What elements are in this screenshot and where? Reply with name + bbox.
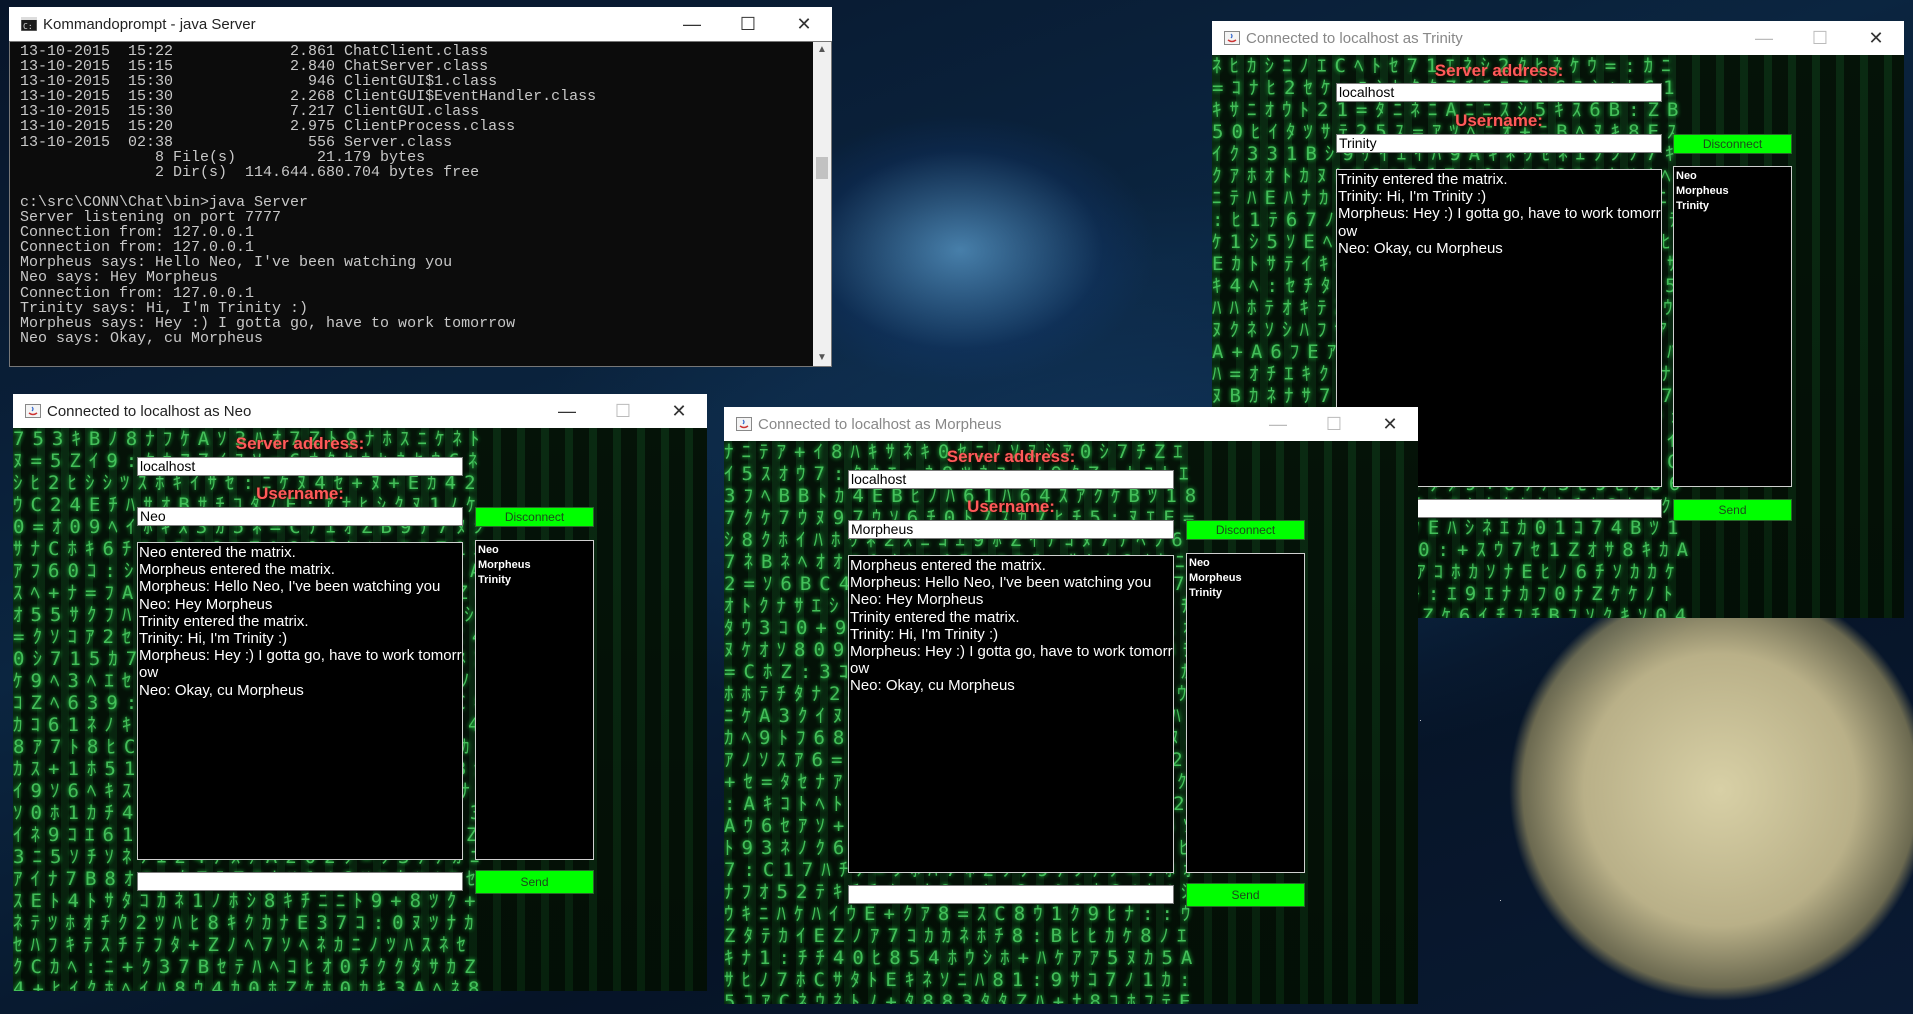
chat-message: Neo: Okay, cu Morpheus bbox=[1338, 239, 1503, 257]
console-title: Kommandoprompt - java Server bbox=[43, 15, 256, 33]
scroll-up-icon[interactable]: ▲ bbox=[813, 42, 831, 58]
chat-message: Morpheus entered the matrix. bbox=[850, 557, 1046, 574]
close-button[interactable]: ✕ bbox=[1848, 21, 1904, 55]
client-window-morpheus[interactable]: Connected to localhost as Morpheus — ☐ ✕… bbox=[724, 407, 1418, 1004]
console-titlebar[interactable]: C: Kommandoprompt - java Server — ☐ ✕ bbox=[9, 7, 832, 41]
user-list-item[interactable]: Neo bbox=[1676, 169, 1791, 184]
user-list[interactable]: Neo Morpheus Trinity bbox=[475, 540, 594, 860]
chat-message: Neo: Hey Morpheus bbox=[139, 595, 273, 613]
user-list-item[interactable]: Neo bbox=[1189, 556, 1304, 571]
java-icon bbox=[25, 404, 41, 418]
chat-message: Trinity entered the matrix. bbox=[850, 608, 1020, 626]
chat-message: Morpheus: Hey :) I gotta go, have to wor… bbox=[139, 647, 462, 682]
console-output: 13-10-2015 15:22 2.861 ChatClient.class … bbox=[20, 44, 807, 346]
user-list-item[interactable]: Neo bbox=[478, 543, 593, 558]
console-output-area[interactable]: 13-10-2015 15:22 2.861 ChatClient.class … bbox=[9, 41, 832, 367]
server-address-input[interactable]: localhost bbox=[848, 470, 1174, 489]
chat-message: Trinity: Hi, I'm Trinity :) bbox=[850, 625, 999, 643]
chat-message: Morpheus: Hey :) I gotta go, have to wor… bbox=[850, 643, 1173, 678]
server-address-label: Server address: bbox=[235, 434, 365, 453]
server-address-label: Server address: bbox=[1434, 61, 1564, 80]
chat-message: Morpheus: Hello Neo, I've been watching … bbox=[850, 574, 1152, 592]
send-button[interactable]: Send bbox=[1673, 499, 1792, 521]
console-line: 2 Dir(s) 114.644.680.704 bytes free bbox=[155, 163, 480, 181]
maximize-button[interactable]: ☐ bbox=[595, 394, 651, 428]
chat-message: Neo entered the matrix. bbox=[139, 544, 296, 561]
close-button[interactable]: ✕ bbox=[651, 394, 707, 428]
scroll-thumb[interactable] bbox=[816, 157, 828, 179]
java-icon bbox=[1224, 31, 1240, 45]
username-label: Username: bbox=[1455, 111, 1543, 130]
username-label: Username: bbox=[256, 484, 344, 503]
client-titlebar[interactable]: Connected to localhost as Neo — ☐ ✕ bbox=[13, 394, 707, 428]
chat-message: Neo: Hey Morpheus bbox=[850, 591, 984, 609]
client-window-neo[interactable]: Connected to localhost as Neo — ☐ ✕ 753ｷ… bbox=[13, 394, 707, 991]
user-list[interactable]: Neo Morpheus Trinity bbox=[1186, 553, 1305, 873]
chat-message: Trinity entered the matrix. bbox=[139, 612, 309, 630]
chat-message: Neo: Okay, cu Morpheus bbox=[850, 677, 1015, 695]
send-button[interactable]: Send bbox=[475, 870, 594, 894]
star bbox=[1420, 720, 1421, 721]
maximize-button[interactable]: ☐ bbox=[1792, 21, 1848, 55]
cmd-icon: C: bbox=[21, 17, 37, 31]
close-button[interactable]: ✕ bbox=[776, 7, 832, 41]
user-list-item[interactable]: Morpheus bbox=[1189, 571, 1304, 586]
chat-message: Trinity: Hi, I'm Trinity :) bbox=[1338, 188, 1487, 206]
maximize-button[interactable]: ☐ bbox=[720, 7, 776, 41]
minimize-button[interactable]: — bbox=[539, 394, 595, 428]
close-button[interactable]: ✕ bbox=[1362, 407, 1418, 441]
server-address-label: Server address: bbox=[946, 447, 1076, 466]
minimize-button[interactable]: — bbox=[1736, 21, 1792, 55]
send-button[interactable]: Send bbox=[1186, 883, 1305, 907]
username-input[interactable]: Trinity bbox=[1336, 134, 1662, 153]
client-titlebar[interactable]: Connected to localhost as Trinity — ☐ ✕ bbox=[1212, 21, 1904, 55]
user-list-item[interactable]: Morpheus bbox=[478, 558, 593, 573]
username-label: Username: bbox=[967, 497, 1055, 516]
disconnect-button[interactable]: Disconnect bbox=[1186, 520, 1305, 540]
client-title: Connected to localhost as Neo bbox=[47, 402, 252, 420]
user-list-item[interactable]: Trinity bbox=[1676, 199, 1791, 214]
chat-message: Trinity: Hi, I'm Trinity :) bbox=[139, 630, 288, 648]
user-list-item[interactable]: Trinity bbox=[1189, 586, 1304, 601]
console-scrollbar[interactable]: ▲ ▼ bbox=[813, 42, 831, 366]
disconnect-button[interactable]: Disconnect bbox=[1673, 134, 1792, 154]
username-input[interactable]: Neo bbox=[137, 507, 463, 526]
console-line: Neo says: Okay, cu Morpheus bbox=[20, 329, 264, 346]
chat-message: Morpheus: Hey :) I gotta go, have to wor… bbox=[1338, 205, 1661, 240]
scroll-down-icon[interactable]: ▼ bbox=[813, 350, 831, 366]
client-titlebar[interactable]: Connected to localhost as Morpheus — ☐ ✕ bbox=[724, 407, 1418, 441]
console-window[interactable]: C: Kommandoprompt - java Server — ☐ ✕ 13… bbox=[9, 7, 832, 367]
client-title: Connected to localhost as Morpheus bbox=[758, 415, 1002, 433]
user-list-item[interactable]: Trinity bbox=[478, 573, 593, 588]
username-input[interactable]: Morpheus bbox=[848, 520, 1174, 539]
chat-log[interactable]: Morpheus entered the matrix. Morpheus: He… bbox=[848, 555, 1174, 873]
server-address-input[interactable]: localhost bbox=[137, 457, 463, 476]
java-icon bbox=[736, 417, 752, 431]
server-address-input[interactable]: localhost bbox=[1336, 83, 1662, 102]
chat-message: Morpheus entered the matrix. bbox=[139, 561, 335, 579]
client-title: Connected to localhost as Trinity bbox=[1246, 29, 1463, 47]
message-input[interactable] bbox=[848, 885, 1174, 904]
minimize-button[interactable]: — bbox=[664, 7, 720, 41]
chat-message: Morpheus: Hello Neo, I've been watching … bbox=[139, 578, 441, 596]
maximize-button[interactable]: ☐ bbox=[1306, 407, 1362, 441]
chat-message: Trinity entered the matrix. bbox=[1338, 171, 1508, 188]
message-input[interactable] bbox=[137, 872, 463, 891]
user-list-item[interactable]: Morpheus bbox=[1676, 184, 1791, 199]
star bbox=[1500, 900, 1501, 901]
chat-log[interactable]: Neo entered the matrix. Morpheus entered … bbox=[137, 542, 463, 860]
user-list[interactable]: Neo Morpheus Trinity bbox=[1673, 166, 1792, 487]
minimize-button[interactable]: — bbox=[1250, 407, 1306, 441]
disconnect-button[interactable]: Disconnect bbox=[475, 507, 594, 527]
svg-text:C:: C: bbox=[23, 22, 33, 31]
chat-message: Neo: Okay, cu Morpheus bbox=[139, 681, 304, 699]
